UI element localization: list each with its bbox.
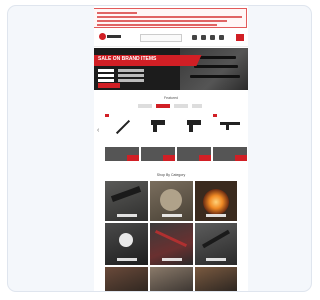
cart-icon[interactable] [236,34,244,41]
account-icon[interactable] [192,35,197,40]
category-image [202,229,230,249]
product-image [219,116,241,132]
categories-heading: Shop By Category [156,173,186,177]
hero-text [118,79,144,82]
category-label [161,214,182,217]
product-shape [115,119,131,135]
add-to-cart-button[interactable] [127,155,139,161]
category-label [116,214,137,217]
price-block [177,147,211,161]
category-tile[interactable] [105,223,148,265]
sale-badge [213,114,217,117]
product-image [183,116,205,132]
hero-rifle [190,75,240,78]
tab-item[interactable] [192,104,202,108]
category-image [154,229,188,248]
chevron-left-icon[interactable]: ‹ [97,127,99,134]
hero-text [98,79,114,82]
hero-cta-button[interactable] [98,83,120,88]
website-page: SALE ON BRAND ITEMS Featured ‹ › [94,6,248,291]
tab-item[interactable] [174,104,188,108]
tab-item[interactable] [138,104,152,108]
featured-tabs [94,104,248,110]
screenshot-card: SALE ON BRAND ITEMS Featured ‹ › [7,5,312,292]
search-input[interactable] [140,34,182,42]
sale-badge [105,114,109,117]
hero-text [118,69,144,72]
category-image [119,233,133,247]
notice-line [97,16,242,18]
price-block [213,147,247,161]
hero-rifle [194,65,238,68]
hero-headline: SALE ON BRAND ITEMS [98,56,157,62]
site-header [94,30,248,47]
hero-banner[interactable]: SALE ON BRAND ITEMS [94,48,248,90]
category-tile[interactable] [195,267,237,291]
category-image [110,186,142,202]
site-logo[interactable] [99,33,121,40]
logo-wordmark [107,35,121,38]
category-tile[interactable] [150,267,193,291]
compare-icon[interactable] [210,35,215,40]
product-shape [189,125,193,132]
category-tile[interactable] [150,181,193,221]
hero-text [98,69,114,72]
notice-line [97,20,227,22]
category-image [203,189,229,215]
product-card[interactable] [213,114,247,161]
product-card[interactable] [141,114,175,161]
featured-heading: Featured [163,96,178,100]
logo-mark [99,33,106,40]
product-shape [220,122,240,125]
category-image [160,189,182,211]
category-tile[interactable] [105,267,148,291]
tab-item[interactable] [156,104,170,108]
category-label [206,258,226,261]
product-shape [153,125,157,132]
hero-text [118,74,144,77]
add-to-cart-button[interactable] [235,155,247,161]
product-image [147,116,169,132]
product-image [111,116,133,135]
price-block [141,147,175,161]
category-label [161,258,182,261]
add-to-cart-button[interactable] [199,155,211,161]
category-label [206,214,226,217]
category-tile[interactable] [195,181,237,221]
category-tile[interactable] [105,181,148,221]
product-shape [226,125,229,130]
notice-line [97,12,137,14]
product-card[interactable] [105,114,139,161]
menu-icon[interactable] [219,35,224,40]
category-label [116,258,137,261]
category-tile[interactable] [150,223,193,265]
notice-line [97,24,217,26]
add-to-cart-button[interactable] [163,155,175,161]
price-block [105,147,139,161]
hero-text [98,74,114,77]
product-card[interactable] [177,114,211,161]
category-tile[interactable] [195,223,237,265]
notice-banner [94,8,247,28]
wishlist-icon[interactable] [201,35,206,40]
